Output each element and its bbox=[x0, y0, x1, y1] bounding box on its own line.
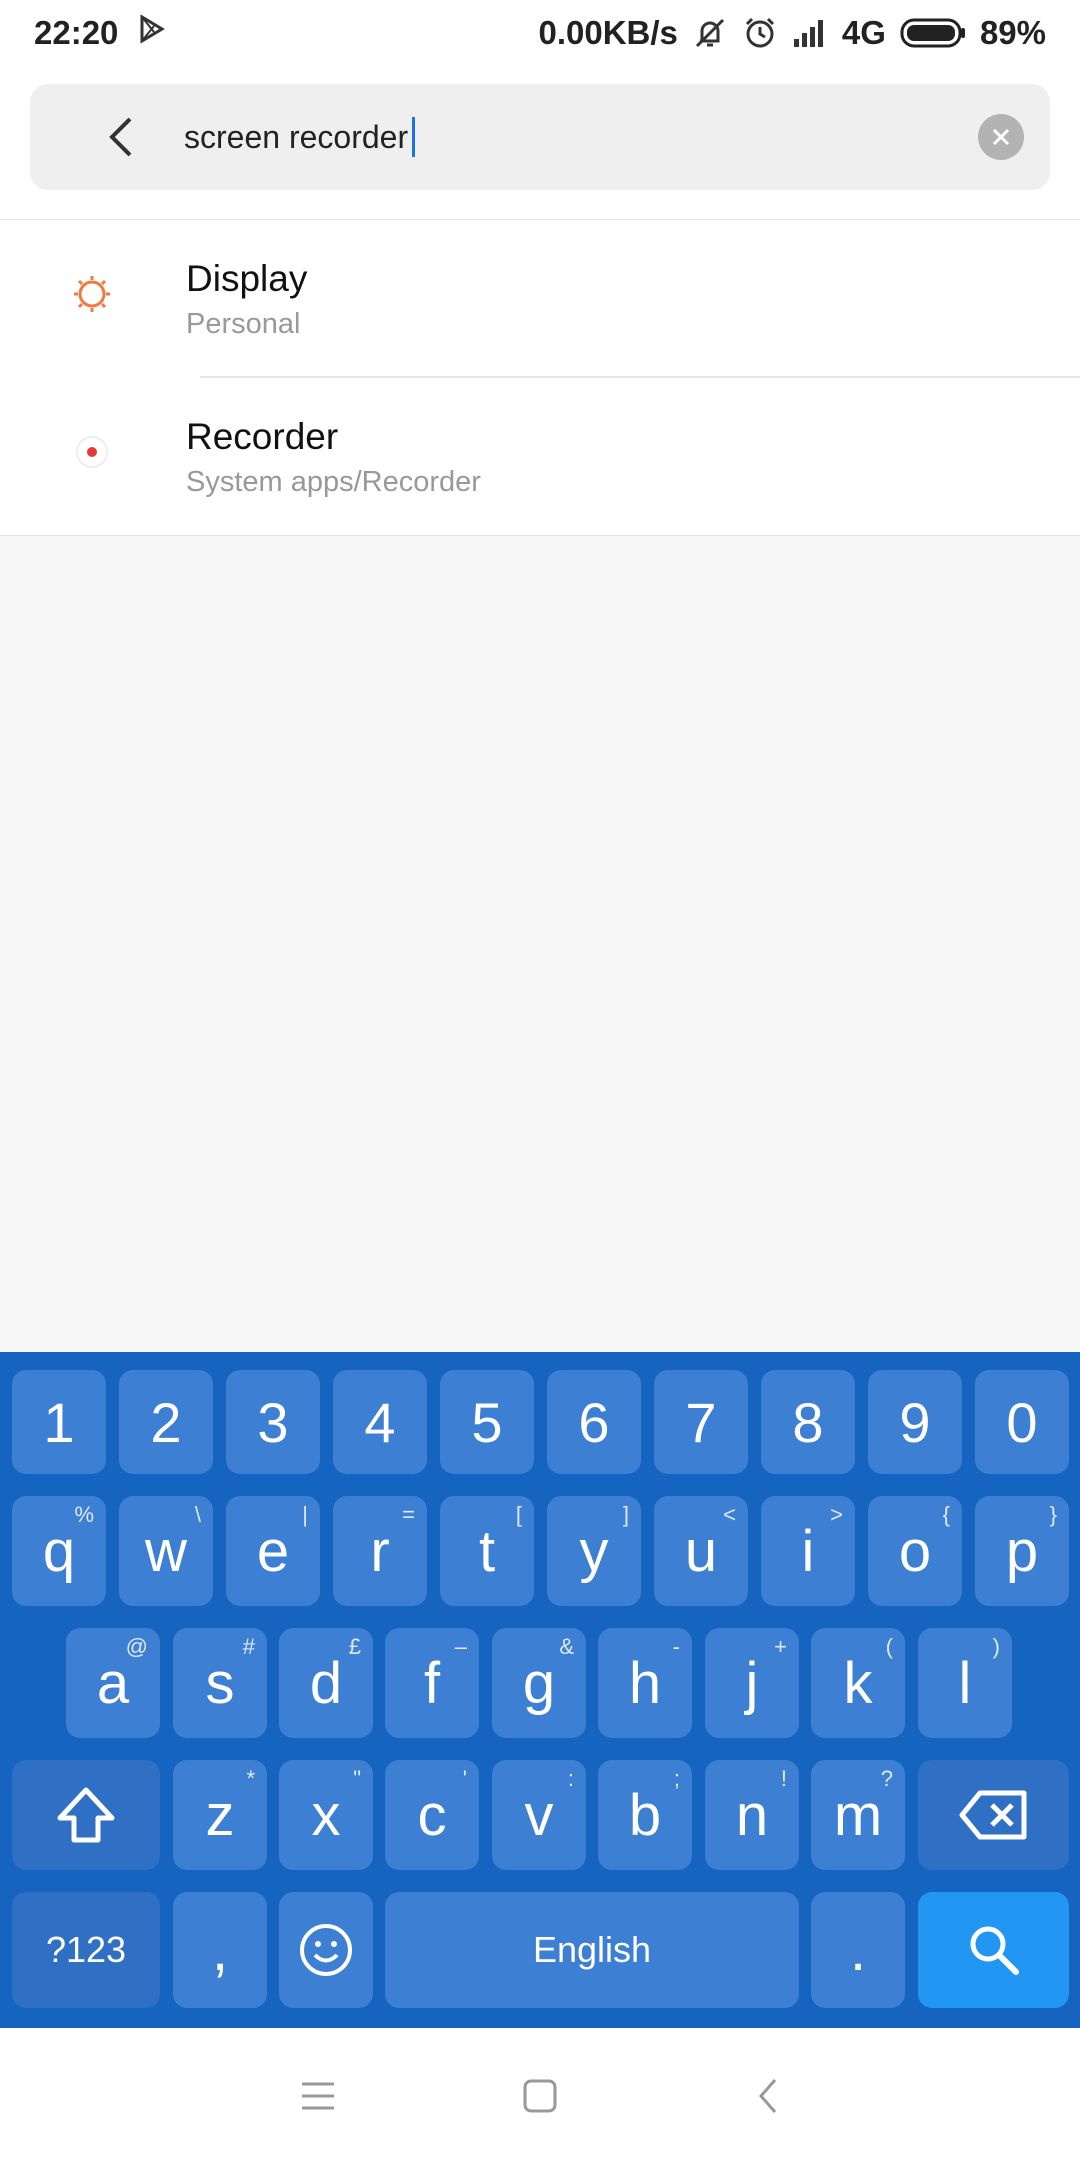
backspace-key[interactable] bbox=[918, 1760, 1069, 1870]
key-k[interactable]: k( bbox=[811, 1628, 905, 1738]
key-4[interactable]: 4 bbox=[333, 1370, 427, 1474]
symbols-key[interactable]: ?123 bbox=[12, 1892, 160, 2008]
result-title: Recorder bbox=[186, 416, 339, 457]
key-v[interactable]: v: bbox=[492, 1760, 586, 1870]
key-1[interactable]: 1 bbox=[12, 1370, 106, 1474]
result-subtitle: Personal bbox=[186, 308, 301, 340]
result-display[interactable]: Display Personal bbox=[0, 220, 1080, 378]
home-icon[interactable] bbox=[508, 2064, 572, 2128]
back-icon[interactable] bbox=[736, 2064, 800, 2128]
key-f[interactable]: f – bbox=[385, 1628, 479, 1738]
search-header: screen recorder bbox=[0, 66, 1080, 220]
key-m[interactable]: m? bbox=[811, 1760, 905, 1870]
key-8[interactable]: 8 bbox=[761, 1370, 855, 1474]
backspace-icon bbox=[959, 1790, 1026, 1840]
key-w[interactable]: w \ bbox=[119, 1496, 213, 1606]
key-s[interactable]: s # bbox=[173, 1628, 267, 1738]
network-type: 4G bbox=[841, 14, 886, 51]
emoji-icon bbox=[300, 1924, 352, 1976]
key-b[interactable]: b; bbox=[598, 1760, 692, 1870]
key-d[interactable]: d £ bbox=[279, 1628, 373, 1738]
key-e[interactable]: e | bbox=[226, 1496, 320, 1606]
key-n[interactable]: n! bbox=[705, 1760, 799, 1870]
key-z[interactable]: z * bbox=[173, 1760, 267, 1870]
key-a[interactable]: a @ bbox=[66, 1628, 160, 1738]
key-p[interactable]: p} bbox=[975, 1496, 1069, 1606]
status-bar: 22:20 0.00KB/s 4G 89% bbox=[0, 0, 1080, 66]
result-title: Display bbox=[186, 258, 308, 299]
key-y[interactable]: y] bbox=[547, 1496, 641, 1606]
comma-key[interactable]: , bbox=[173, 1892, 267, 2008]
key-i[interactable]: i > bbox=[761, 1496, 855, 1606]
alarm-icon bbox=[742, 15, 778, 51]
period-key[interactable]: . bbox=[811, 1892, 905, 2008]
signal-icon bbox=[792, 17, 828, 49]
close-icon bbox=[992, 128, 1010, 146]
key-u[interactable]: u < bbox=[654, 1496, 748, 1606]
key-h[interactable]: h- bbox=[598, 1628, 692, 1738]
clear-search-button[interactable] bbox=[978, 114, 1024, 160]
battery-icon bbox=[900, 17, 966, 49]
mute-icon bbox=[692, 15, 728, 51]
key-x[interactable]: x " bbox=[279, 1760, 373, 1870]
search-key[interactable] bbox=[918, 1892, 1069, 2008]
key-o[interactable]: o{ bbox=[868, 1496, 962, 1606]
key-l[interactable]: l) bbox=[918, 1628, 1012, 1738]
shift-icon bbox=[57, 1787, 115, 1843]
space-key[interactable]: English bbox=[385, 1892, 799, 2008]
search-box[interactable]: screen recorder bbox=[30, 84, 1050, 190]
status-time: 22:20 bbox=[34, 14, 119, 51]
menu-icon[interactable] bbox=[286, 2064, 350, 2128]
key-g[interactable]: g & bbox=[492, 1628, 586, 1738]
key-0[interactable]: 0 bbox=[975, 1370, 1069, 1474]
key-5[interactable]: 5 bbox=[440, 1370, 534, 1474]
search-icon bbox=[970, 1926, 1019, 1975]
text-cursor bbox=[412, 117, 416, 157]
result-recorder[interactable]: Recorder System apps/Recorder bbox=[0, 378, 1080, 536]
search-results: Display Personal Recorder System apps/Re… bbox=[0, 220, 1080, 536]
key-9[interactable]: 9 bbox=[868, 1370, 962, 1474]
key-7[interactable]: 7 bbox=[654, 1370, 748, 1474]
recorder-icon bbox=[70, 430, 114, 474]
search-input[interactable]: screen recorder bbox=[184, 117, 416, 157]
key-j[interactable]: j + bbox=[705, 1628, 799, 1738]
shift-key[interactable] bbox=[12, 1760, 160, 1870]
battery-percent: 89% bbox=[979, 14, 1046, 51]
keyboard: 1 2 3 4 5 6 7 8 9 0 q% w \ e | r = t[ y] u <… bbox=[0, 1352, 1080, 2028]
key-c[interactable]: c ' bbox=[385, 1760, 479, 1870]
key-t[interactable]: t[ bbox=[440, 1496, 534, 1606]
key-q[interactable]: q% bbox=[12, 1496, 106, 1606]
result-subtitle: System apps/Recorder bbox=[186, 466, 481, 498]
play-store-icon bbox=[136, 14, 166, 52]
search-query: screen recorder bbox=[184, 118, 409, 155]
back-arrow-icon[interactable] bbox=[82, 97, 162, 177]
display-icon bbox=[70, 272, 114, 316]
network-speed: 0.00KB/s bbox=[538, 14, 678, 51]
key-6[interactable]: 6 bbox=[547, 1370, 641, 1474]
key-2[interactable]: 2 bbox=[119, 1370, 213, 1474]
navigation-bar bbox=[0, 2028, 1080, 2160]
key-3[interactable]: 3 bbox=[226, 1370, 320, 1474]
key-r[interactable]: r = bbox=[333, 1496, 427, 1606]
emoji-key[interactable] bbox=[279, 1892, 373, 2008]
